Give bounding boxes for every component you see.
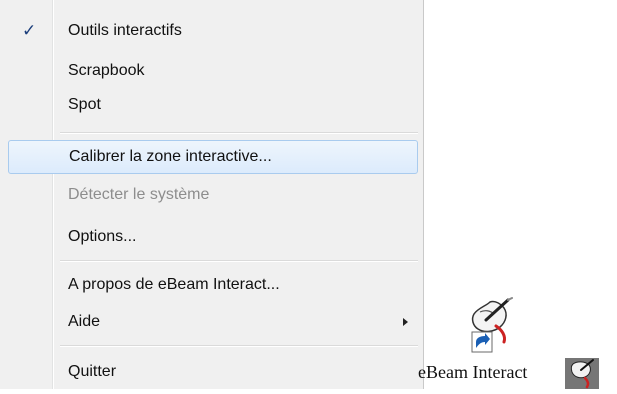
ebeam-interact-shortcut-icon[interactable] [456, 296, 520, 356]
chevron-right-icon [403, 318, 408, 326]
context-menu: ✓ Outils interactifs Scrapbook Spot Cali… [0, 0, 424, 389]
menu-item-label: Outils interactifs [68, 22, 182, 39]
menu-item-outils-interactifs[interactable]: ✓ Outils interactifs [8, 14, 418, 48]
menu-separator [60, 345, 418, 347]
menu-item-label: Scrapbook [68, 62, 145, 79]
menu-item-label: Quitter [68, 363, 117, 380]
menu-item-label: Détecter le système [68, 186, 210, 203]
menu-item-a-propos[interactable]: A propos de eBeam Interact... [8, 268, 418, 302]
menu-item-aide[interactable]: Aide [8, 305, 418, 339]
checkmark-icon: ✓ [22, 21, 37, 40]
menu-item-detecter-systeme: Détecter le système [8, 178, 418, 212]
menu-item-label: Options... [68, 228, 137, 245]
menu-item-scrapbook[interactable]: Scrapbook [8, 54, 418, 88]
menu-item-label: A propos de eBeam Interact... [68, 276, 280, 293]
ebeam-tray-icon[interactable] [565, 358, 599, 389]
menu-item-quitter[interactable]: Quitter [8, 355, 418, 389]
shortcut-label[interactable]: eBeam Interact [418, 362, 527, 383]
menu-item-label: Aide [68, 313, 101, 330]
menu-item-options[interactable]: Options... [8, 220, 418, 254]
menu-item-spot[interactable]: Spot [8, 88, 418, 122]
menu-separator [60, 132, 418, 134]
menu-item-calibrer-zone[interactable]: Calibrer la zone interactive... [8, 140, 418, 174]
menu-item-label: Spot [68, 96, 101, 113]
menu-item-label: Calibrer la zone interactive... [69, 148, 272, 165]
menu-separator [60, 260, 418, 262]
